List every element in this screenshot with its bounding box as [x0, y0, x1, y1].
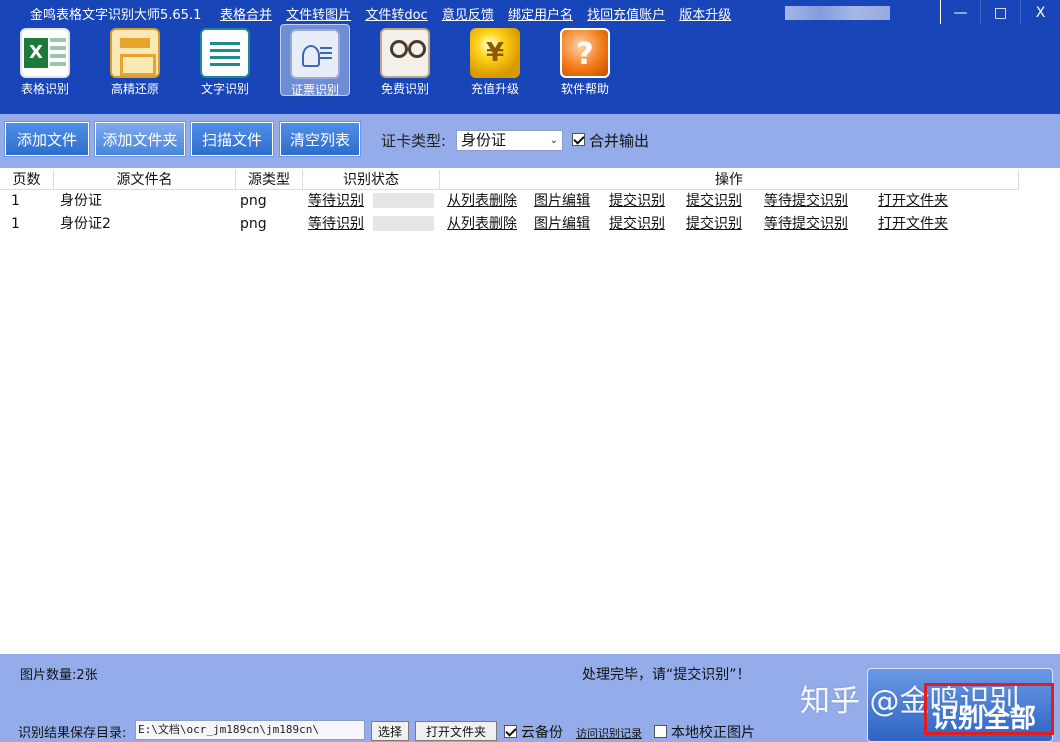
close-button[interactable]: X	[1020, 0, 1060, 26]
choose-dir-button[interactable]: 选择	[371, 721, 409, 741]
local-correct-label: 本地校正图片	[671, 725, 755, 741]
open-folder-link[interactable]: 打开文件夹	[878, 190, 948, 212]
card-type-value: 身份证	[461, 131, 507, 149]
table-row[interactable]: 1 身份证2 png 等待识别 从列表删除 图片编辑 提交识别 提交识别 等待提…	[0, 213, 1060, 235]
add-file-button[interactable]: 添加文件	[4, 121, 90, 157]
submit-recognition-link-2[interactable]: 提交识别	[686, 190, 742, 212]
minimize-button[interactable]: —	[940, 0, 980, 26]
image-edit-link[interactable]: 图片编辑	[534, 190, 590, 212]
tool-text-recognition[interactable]: 文字识别	[190, 24, 260, 96]
local-correct-checkbox[interactable]: 本地校正图片	[654, 722, 755, 742]
header-filename[interactable]: 源文件名	[54, 170, 236, 190]
blurred-username	[785, 6, 890, 20]
document-icon	[200, 28, 250, 78]
cell-filename: 身份证2	[60, 216, 111, 232]
merge-output-checkbox[interactable]: 合并输出	[572, 130, 649, 151]
scan-file-button[interactable]: 扫描文件	[190, 121, 274, 157]
waiting-submit-link[interactable]: 等待提交识别	[764, 213, 848, 235]
tool-recharge-upgrade[interactable]: ¥ 充值升级	[460, 24, 530, 96]
top-menu-links: 表格合并 文件转图片 文件转doc 意见反馈 绑定用户名 找回充值账户 版本升级	[220, 4, 741, 23]
status-message: 处理完毕，请“提交识别”！	[582, 667, 751, 683]
tool-free-recognition[interactable]: 免费识别	[370, 24, 440, 96]
remove-from-list-link[interactable]: 从列表删除	[447, 213, 517, 235]
tool-high-precision-restore[interactable]: 高精还原	[100, 24, 170, 96]
link-file-to-doc[interactable]: 文件转doc	[365, 8, 427, 23]
open-folder-link[interactable]: 打开文件夹	[878, 213, 948, 235]
tool-label: 软件帮助	[560, 82, 609, 96]
cell-filename: 身份证	[60, 193, 102, 209]
visit-records-link[interactable]: 访问识别记录	[576, 725, 642, 741]
submit-recognition-link-2[interactable]: 提交识别	[686, 213, 742, 235]
tool-label: 证票识别	[290, 83, 339, 97]
glasses-book-icon	[380, 28, 430, 78]
tool-software-help[interactable]: ? 软件帮助	[550, 24, 620, 96]
tool-table-recognition[interactable]: 表格识别	[10, 24, 80, 96]
merge-output-label: 合并输出	[589, 132, 650, 150]
header-type[interactable]: 源类型	[236, 170, 303, 190]
card-type-label: 证卡类型:	[381, 132, 447, 150]
link-bind-username[interactable]: 绑定用户名	[508, 8, 573, 23]
cell-status[interactable]: 等待识别	[308, 213, 364, 235]
window-controls: — □ X	[940, 0, 1060, 26]
maximize-button[interactable]: □	[980, 0, 1020, 26]
add-folder-button[interactable]: 添加文件夹	[94, 121, 186, 157]
cell-type: png	[240, 193, 267, 209]
header-status[interactable]: 识别状态	[303, 170, 440, 190]
tool-card-recognition[interactable]: 证票识别	[280, 24, 350, 97]
card-type-select[interactable]: 身份证 ⌄	[456, 130, 563, 151]
cell-pages: 1	[11, 216, 20, 232]
progress-bar	[373, 216, 434, 231]
cell-status[interactable]: 等待识别	[308, 190, 364, 212]
checkbox-unchecked-icon	[654, 724, 667, 738]
tool-label: 高精还原	[110, 82, 159, 96]
action-bar: 添加文件 添加文件夹 扫描文件 清空列表 证卡类型: 身份证 ⌄ 合并输出	[0, 114, 1060, 168]
tool-label: 免费识别	[380, 82, 429, 96]
id-card-icon	[290, 29, 340, 79]
submit-recognition-link[interactable]: 提交识别	[609, 190, 665, 212]
tool-label: 表格识别	[20, 82, 69, 96]
excel-icon	[20, 28, 70, 78]
tool-label: 文字识别	[200, 82, 249, 96]
cell-pages: 1	[11, 193, 20, 209]
file-table: 页数 源文件名 源类型 识别状态 操作 1 身份证 png 等待识别 从列表删除…	[0, 168, 1060, 654]
highlight-box	[924, 683, 1054, 735]
progress-bar	[373, 193, 434, 208]
table-row[interactable]: 1 身份证 png 等待识别 从列表删除 图片编辑 提交识别 提交识别 等待提交…	[0, 190, 1060, 212]
tool-label: 充值升级	[470, 82, 519, 96]
save-dir-label: 识别结果保存目录:	[18, 726, 127, 741]
image-edit-link[interactable]: 图片编辑	[534, 213, 590, 235]
waiting-submit-link[interactable]: 等待提交识别	[764, 190, 848, 212]
table-header: 页数 源文件名 源类型 识别状态 操作	[0, 170, 1060, 190]
open-folder-button[interactable]: 打开文件夹	[415, 721, 497, 741]
remove-from-list-link[interactable]: 从列表删除	[447, 190, 517, 212]
cloud-backup-label: 云备份	[521, 725, 563, 741]
link-feedback[interactable]: 意见反馈	[442, 8, 494, 23]
yen-coin-icon: ¥	[470, 28, 520, 78]
cell-type: png	[240, 216, 267, 232]
help-icon: ?	[560, 28, 610, 78]
link-file-to-image[interactable]: 文件转图片	[286, 8, 351, 23]
image-count: 图片数量:2张	[20, 668, 98, 683]
checkbox-checked-icon	[572, 133, 585, 146]
main-toolbar: 表格识别 高精还原 文字识别 证票识别 免费识别 ¥ 充值升级 ? 软件帮助	[0, 24, 1060, 114]
chevron-down-icon: ⌄	[549, 135, 558, 146]
link-recover-account[interactable]: 找回充值账户	[587, 8, 665, 23]
submit-recognition-link[interactable]: 提交识别	[609, 213, 665, 235]
checkbox-checked-icon	[504, 724, 517, 738]
link-table-merge[interactable]: 表格合并	[220, 8, 272, 23]
restore-icon	[110, 28, 160, 78]
link-upgrade[interactable]: 版本升级	[679, 8, 731, 23]
clear-list-button[interactable]: 清空列表	[279, 121, 361, 157]
title-bar: 金鸣表格文字识别大师5.65.1 表格合并 文件转图片 文件转doc 意见反馈 …	[0, 0, 1060, 26]
app-title: 金鸣表格文字识别大师5.65.1	[30, 8, 202, 23]
header-operations[interactable]: 操作	[440, 170, 1019, 190]
save-dir-input[interactable]: E:\文档\ocr_jm189cn\jm189cn\	[135, 720, 365, 740]
header-pages[interactable]: 页数	[0, 170, 54, 190]
cloud-backup-checkbox[interactable]: 云备份	[504, 722, 563, 742]
